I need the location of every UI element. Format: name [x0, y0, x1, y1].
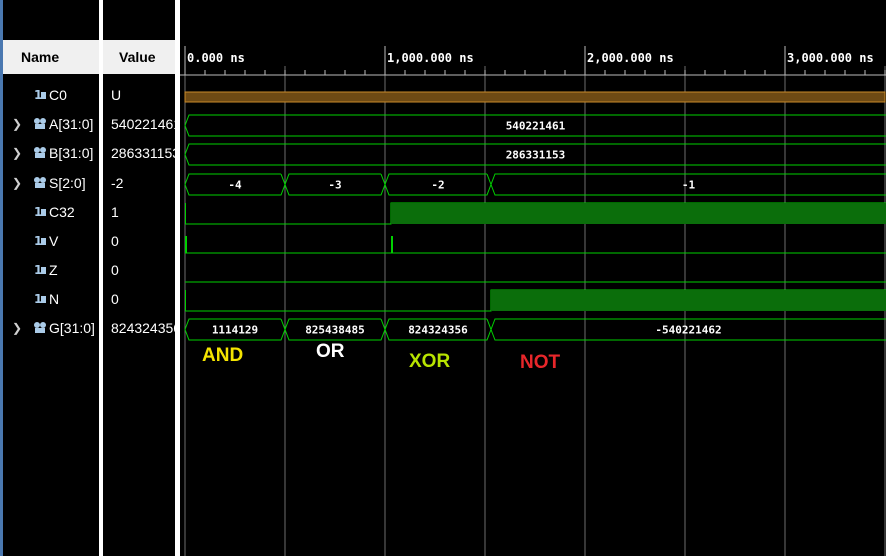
bus-value-s: -2: [431, 179, 444, 192]
annotation-xor: XOR: [409, 351, 451, 372]
chevron-right-icon[interactable]: ❯: [12, 146, 22, 160]
ruler-label: 2,000.000 ns: [587, 51, 674, 65]
bus-value-g: 1114129: [212, 324, 258, 337]
signal-row-z[interactable]: 1 Z: [3, 257, 99, 286]
waveform-canvas[interactable]: 0.000 ns 1,000.000 ns 2,000.000 ns 3,000.00…: [180, 0, 886, 556]
value-text: 0: [111, 262, 119, 278]
value-text: 0: [111, 291, 119, 307]
value-text: -2: [111, 175, 124, 191]
signal-value: 286331153: [111, 140, 175, 169]
signal-name: S[2:0]: [49, 175, 86, 191]
signal-name: A[31:0]: [49, 116, 94, 132]
signal-name: C0: [49, 87, 67, 103]
signal-value: 1: [111, 199, 175, 228]
signal-value: -2: [111, 170, 175, 199]
chevron-right-icon[interactable]: ❯: [12, 176, 22, 190]
value-header-label: Value: [119, 49, 156, 65]
signal-value: 0: [111, 228, 175, 257]
bit-signal-icon: 1: [34, 234, 46, 248]
bus-value-b: 286331153: [506, 149, 566, 162]
name-header-label: Name: [21, 49, 60, 65]
name-column-header[interactable]: Name: [3, 40, 99, 74]
signal-name: Z: [49, 262, 58, 278]
signal-name: C32: [49, 204, 75, 220]
wave-v-spike: [185, 236, 187, 253]
bus-value-g: -540221462: [655, 324, 721, 337]
bus-value-s: -1: [682, 179, 696, 192]
bus-value-s: -3: [328, 179, 341, 192]
value-text: 286331153: [111, 145, 175, 161]
signal-row-n[interactable]: 1 N: [3, 286, 99, 315]
value-text: 540221461: [111, 116, 175, 132]
signal-name: N: [49, 291, 60, 307]
bus-value-g: 824324356: [408, 324, 468, 337]
wave-c0-undefined: [184, 91, 886, 103]
bus-value-a: 540221461: [506, 120, 566, 133]
bus-signal-icon: [34, 147, 46, 158]
annotation-or: OR: [316, 341, 345, 362]
value-text: 1: [111, 204, 119, 220]
value-text: 0: [111, 233, 119, 249]
signal-row-g[interactable]: ❯ G[31:0]: [3, 315, 99, 344]
signal-value: 824324356: [111, 315, 175, 344]
signal-row-b[interactable]: ❯ B[31:0]: [3, 140, 99, 169]
wave-high-fill-n: [491, 290, 886, 311]
bit-signal-icon: 1: [34, 292, 46, 306]
chevron-right-icon[interactable]: ❯: [12, 321, 22, 335]
ruler-label: 0.000 ns: [187, 51, 245, 65]
bus-signal-icon: [34, 322, 46, 333]
bit-signal-icon: 1: [34, 263, 46, 277]
signal-value: 0: [111, 257, 175, 286]
bit-signal-icon: 1: [34, 88, 46, 102]
bus-value-s: -4: [228, 179, 242, 192]
ruler-label: 1,000.000 ns: [387, 51, 474, 65]
time-ruler: [180, 40, 886, 77]
signal-value: 540221461: [111, 111, 175, 140]
chevron-right-icon[interactable]: ❯: [12, 117, 22, 131]
signal-row-c32[interactable]: 1 C32: [3, 199, 99, 228]
signal-value: U: [111, 82, 175, 111]
value-column-header[interactable]: Value: [103, 40, 175, 74]
signal-row-a[interactable]: ❯ A[31:0]: [3, 111, 99, 140]
signal-name: V: [49, 233, 59, 249]
signal-row-v[interactable]: 1 V: [3, 228, 99, 257]
signal-row-c0[interactable]: 1 C0: [3, 82, 99, 111]
value-text: U: [111, 87, 122, 103]
signal-name: G[31:0]: [49, 320, 95, 336]
bus-signal-icon: [34, 177, 46, 188]
ruler-label: 3,000.000 ns: [787, 51, 874, 65]
bus-signal-icon: [34, 118, 46, 129]
wave-high-fill-c32: [391, 203, 886, 224]
signal-value: 0: [111, 286, 175, 315]
annotation-not: NOT: [520, 352, 561, 373]
annotation-and: AND: [202, 345, 244, 366]
bus-value-g: 825438485: [305, 324, 365, 337]
column-splitter-name-value[interactable]: [99, 0, 103, 556]
bit-signal-icon: 1: [34, 205, 46, 219]
signal-row-s[interactable]: ❯ S[2:0]: [3, 170, 99, 199]
wave-v-spike: [391, 236, 393, 253]
signal-name: B[31:0]: [49, 145, 94, 161]
value-text: 824324356: [111, 320, 175, 336]
